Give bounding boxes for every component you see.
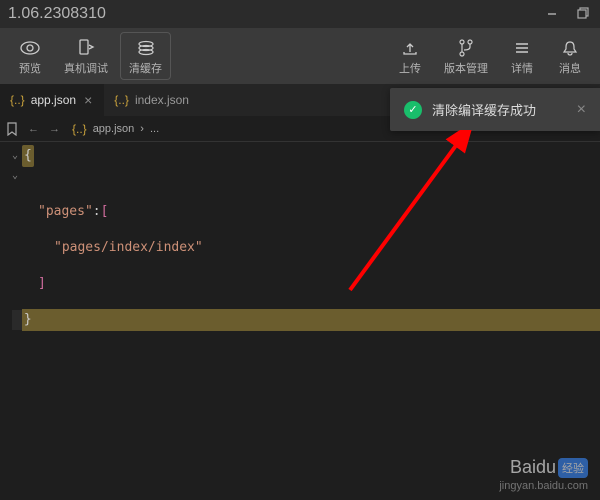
maximize-button[interactable] xyxy=(576,6,592,22)
version-label: 1.06.2308310 xyxy=(8,5,106,23)
clear-cache-label: 清缓存 xyxy=(129,60,162,76)
watermark-badge: 经验 xyxy=(558,458,588,478)
watermark: Baidu 经验 jingyan.baidu.com xyxy=(499,457,588,492)
upload-label: 上传 xyxy=(399,60,421,76)
close-icon[interactable]: × xyxy=(82,92,94,108)
notification-text: 清除编译缓存成功 xyxy=(432,100,567,119)
breadcrumb[interactable]: {..} app.json › ... xyxy=(72,122,159,136)
code-page-path: "pages/index/index" xyxy=(54,238,203,258)
nav-icons: ← → xyxy=(6,122,60,136)
messages-button[interactable]: 消息 xyxy=(548,32,592,80)
toolbar: 预览 真机调试 清缓存 上传 版本管理 详情 消息 xyxy=(0,28,600,84)
version-button[interactable]: 版本管理 xyxy=(436,32,496,80)
close-icon[interactable]: × xyxy=(577,101,586,119)
titlebar: 1.06.2308310 xyxy=(0,0,600,28)
device-debug-label: 真机调试 xyxy=(64,60,108,76)
stack-icon xyxy=(136,37,156,59)
tab-app-json[interactable]: {..} app.json × xyxy=(0,84,104,116)
nav-forward-icon[interactable]: → xyxy=(49,123,60,135)
success-icon: ✓ xyxy=(404,101,422,119)
clear-cache-button[interactable]: 清缓存 xyxy=(120,32,171,80)
json-icon: {..} xyxy=(72,122,87,136)
toolbar-left: 预览 真机调试 清缓存 xyxy=(8,32,171,80)
upload-button[interactable]: 上传 xyxy=(388,32,432,80)
watermark-logo: Baidu xyxy=(510,457,556,478)
code-key-pages: "pages" xyxy=(38,202,93,222)
notification-toast: ✓ 清除编译缓存成功 × xyxy=(390,88,600,131)
json-icon: {..} xyxy=(10,93,25,107)
bookmark-icon[interactable] xyxy=(6,122,18,136)
breadcrumb-more: ... xyxy=(150,123,159,135)
code-close-bracket: ] xyxy=(38,274,46,294)
branch-icon xyxy=(458,37,474,59)
tab-label: index.json xyxy=(135,93,189,107)
phone-icon xyxy=(77,37,95,59)
code-open-bracket: [ xyxy=(101,202,109,222)
nav-back-icon[interactable]: ← xyxy=(28,123,39,135)
breadcrumb-file: app.json xyxy=(93,123,135,135)
tab-label: app.json xyxy=(31,93,76,107)
eye-icon xyxy=(20,37,40,59)
code-editor[interactable]: ⌄{ ⌄ "pages": [ "pages/index/index" ] } xyxy=(0,142,600,334)
details-button[interactable]: 详情 xyxy=(500,32,544,80)
code-colon: : xyxy=(93,202,101,222)
version-label: 版本管理 xyxy=(444,60,488,76)
minimize-button[interactable] xyxy=(544,6,560,22)
preview-button[interactable]: 预览 xyxy=(8,32,52,80)
code-open-brace: { xyxy=(24,148,32,163)
upload-icon xyxy=(401,37,419,59)
tab-index-json[interactable]: {..} index.json xyxy=(104,84,199,116)
bell-icon xyxy=(562,37,578,59)
details-label: 详情 xyxy=(511,60,533,76)
toolbar-right: 上传 版本管理 详情 消息 xyxy=(388,32,592,80)
window-controls xyxy=(544,6,592,22)
code-close-brace: } xyxy=(24,312,32,327)
menu-icon xyxy=(514,37,530,59)
breadcrumb-sep: › xyxy=(140,123,144,135)
json-icon: {..} xyxy=(114,93,129,107)
preview-label: 预览 xyxy=(19,60,41,76)
watermark-url: jingyan.baidu.com xyxy=(499,480,588,492)
messages-label: 消息 xyxy=(559,60,581,76)
device-debug-button[interactable]: 真机调试 xyxy=(56,32,116,80)
